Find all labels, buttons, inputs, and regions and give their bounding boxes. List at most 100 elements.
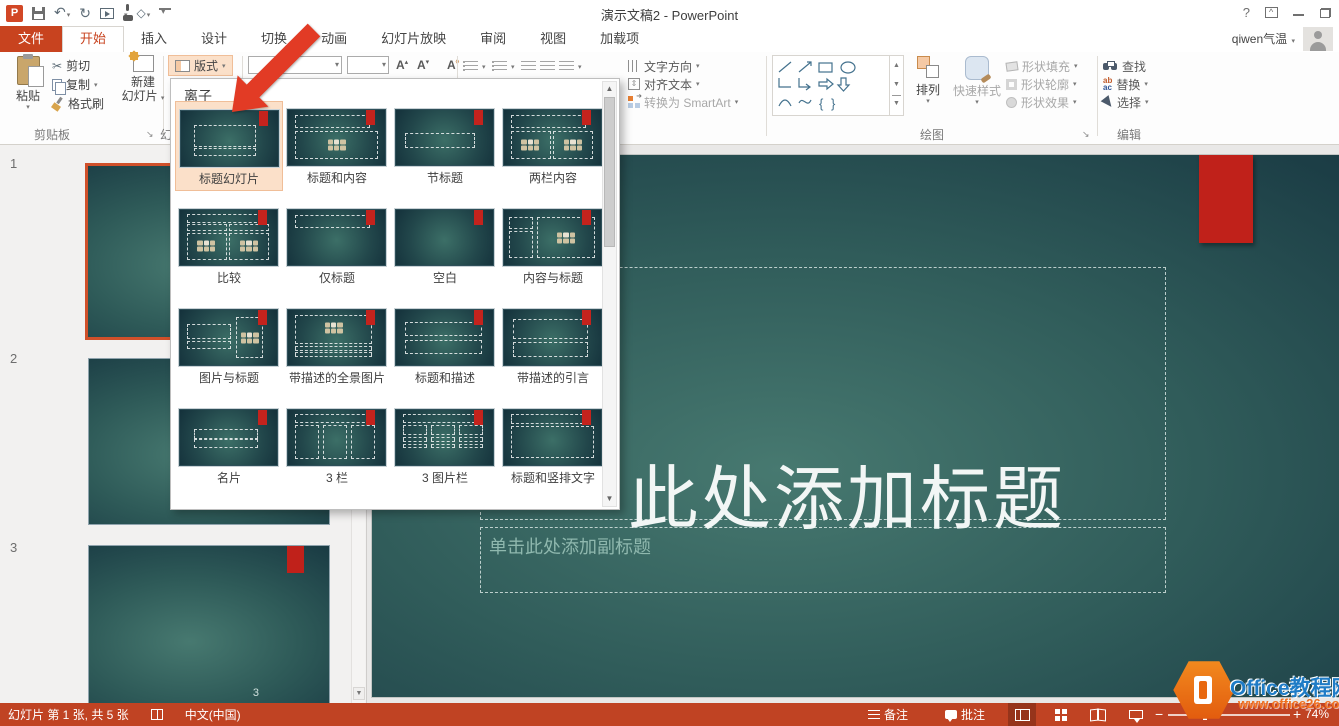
tab-幻灯片放映[interactable]: 幻灯片放映 [364,26,463,52]
layout-option-content-caption[interactable]: 内容与标题 [499,201,607,291]
layout-option-comparison[interactable]: 比较 [175,201,283,291]
quick-styles-button[interactable]: 快速样式 ▾ [950,56,1004,106]
shape-effects-button[interactable]: 形状效果 ▾ [1006,94,1077,110]
paste-button[interactable]: 粘贴 ▾ [8,56,48,111]
layout-option-picture-caption[interactable]: 图片与标题 [175,301,283,391]
layout-option-panoramic[interactable]: 带描述的全景图片 [283,301,391,391]
paste-icon [17,56,40,85]
gallery-scrollbar-thumb[interactable] [604,97,615,247]
text-direction-icon [628,60,640,72]
editing-group-label: 编辑 [1117,126,1141,143]
decrease-font-size-icon[interactable]: A▾ [417,58,429,72]
layout-option-two-content[interactable]: 两栏内容 [499,101,607,191]
layout-option-label: 标题和竖排文字 [489,469,617,486]
clipboard-dialog-launcher-icon[interactable]: ↘ [146,128,158,140]
line-spacing-button[interactable]: ▾ [559,58,582,75]
layout-option-quote-caption[interactable]: 带描述的引言 [499,301,607,391]
increase-font-size-icon[interactable]: A▴ [396,58,408,72]
red-ribbon-mark-icon [582,110,591,125]
tab-视图[interactable]: 视图 [523,26,583,52]
slide-number-label: 3 [10,540,17,555]
gallery-scrollbar[interactable]: ▲ ▼ [602,81,617,507]
scroll-down-icon[interactable]: ▼ [353,687,365,700]
layout-option-three-col[interactable]: 3 栏 [283,401,391,491]
red-ribbon-mark-icon [366,410,375,425]
shape-outline-button[interactable]: 形状轮廓 ▾ [1006,76,1077,92]
reading-view-button[interactable] [1084,703,1112,726]
gallery-scroll-up-icon[interactable]: ▲ [603,82,616,96]
shapes-scroll[interactable]: ▲ ▼ ▼ [889,56,903,115]
help-icon[interactable]: ? [1243,5,1250,20]
spellcheck-icon[interactable] [151,709,163,720]
language-indicator[interactable]: 中文(中国) [185,706,241,723]
text-direction-button[interactable]: 文字方向 ▾ [628,58,700,74]
red-ribbon-mark-icon [287,546,304,573]
align-text-button[interactable]: ⇕ 对齐文本 ▾ [628,76,700,92]
replace-button[interactable]: abac 替换 ▾ [1103,76,1148,92]
layout-gallery-dropdown: 离子 标题幻灯片标题和内容节标题两栏内容比较仅标题空白内容与标题图片与标题带描述… [170,78,620,510]
avatar[interactable] [1303,27,1333,51]
layout-option-blank[interactable]: 空白 [391,201,499,291]
numbering-button[interactable]: ▾ [492,58,515,75]
layout-thumbnail [395,209,494,266]
tab-审阅[interactable]: 审阅 [463,26,523,52]
window-controls: ? [1243,5,1331,20]
layout-option-name-card[interactable]: 名片 [175,401,283,491]
shapes-gallery[interactable]: { } ▲ ▼ ▼ [772,55,904,116]
increase-indent-icon[interactable] [540,58,555,75]
find-button[interactable]: 查找 [1103,58,1146,74]
bullets-button[interactable]: ▾ [463,58,486,75]
office-logo-icon [1172,660,1236,720]
slideshow-view-button[interactable] [1122,703,1150,726]
comment-icon [945,710,957,719]
slide-sorter-view-button[interactable] [1046,703,1074,726]
cut-button[interactable]: ✂ 剪切 [52,57,90,74]
slide-sorter-icon [1055,709,1060,714]
shape-fill-button[interactable]: 形状填充 ▾ [1006,58,1078,74]
layout-option-label: 带描述的引言 [489,369,617,386]
decrease-indent-icon[interactable] [521,58,536,75]
gallery-scroll-down-icon[interactable]: ▼ [603,492,616,506]
font-size-combo[interactable] [347,56,389,74]
annotation-arrow [220,15,335,120]
normal-view-button[interactable] [1008,703,1036,726]
new-slide-button[interactable]: 新建 幻灯片 ▾ [119,55,167,106]
layout-option-title-caption[interactable]: 标题和描述 [391,301,499,391]
ribbon-display-options-icon[interactable] [1265,7,1278,18]
smartart-icon [628,96,640,108]
shape-glyphs: { } [773,56,887,115]
slide-thumbnail-3[interactable]: 3 [88,545,330,703]
zoom-out-button[interactable]: − [1155,703,1163,726]
quick-styles-icon [965,56,989,80]
reading-view-icon [1090,709,1106,720]
notes-toggle[interactable]: 备注 [868,703,908,726]
layout-option-title-vertical[interactable]: 标题和竖排文字 [499,401,607,491]
account-name[interactable]: qiwen气温 ▾ [1232,26,1295,52]
red-ribbon-mark-icon [474,410,483,425]
copy-button[interactable]: 复制 ▾ [52,76,98,93]
tab-插入[interactable]: 插入 [124,26,184,52]
powerpoint-window: P ↶▾ ↻ ▾ ◇▾ 演示文稿2 - PowerPoint ? 文件 开始插入… [0,0,1339,726]
status-bar: 幻灯片 第 1 张, 共 5 张 中文(中国) 备注 批注 − + 74% [0,703,1339,726]
arrange-button[interactable]: 排列 ▾ [908,56,948,105]
layout-option-title-only[interactable]: 仅标题 [283,201,391,291]
tab-file[interactable]: 文件 [0,26,62,52]
red-ribbon-mark-icon [582,310,591,325]
title-bar: P ↶▾ ↻ ▾ ◇▾ 演示文稿2 - PowerPoint ? [0,0,1339,26]
minimize-icon[interactable] [1293,7,1305,18]
tab-开始[interactable]: 开始 [62,26,124,52]
comments-toggle[interactable]: 批注 [945,703,985,726]
slide-counter[interactable]: 幻灯片 第 1 张, 共 5 张 [8,706,129,723]
convert-smartart-button[interactable]: 转换为 SmartArt ▾ [628,94,738,110]
drawing-dialog-launcher-icon[interactable]: ↘ [1082,128,1094,140]
restore-icon[interactable] [1320,8,1331,18]
format-painter-button[interactable]: 格式刷 [52,95,104,112]
line-spacing-icon [559,61,574,73]
select-button[interactable]: 选择 ▾ [1103,94,1149,110]
tab-加载项[interactable]: 加载项 [583,26,656,52]
subtitle-placeholder-text: 单击此处添加副标题 [489,533,651,559]
red-ribbon-mark-icon [582,410,591,425]
layout-option-section-header[interactable]: 节标题 [391,101,499,191]
red-ribbon-mark-icon [258,410,267,425]
layout-option-three-pic[interactable]: 3 图片栏 [391,401,499,491]
